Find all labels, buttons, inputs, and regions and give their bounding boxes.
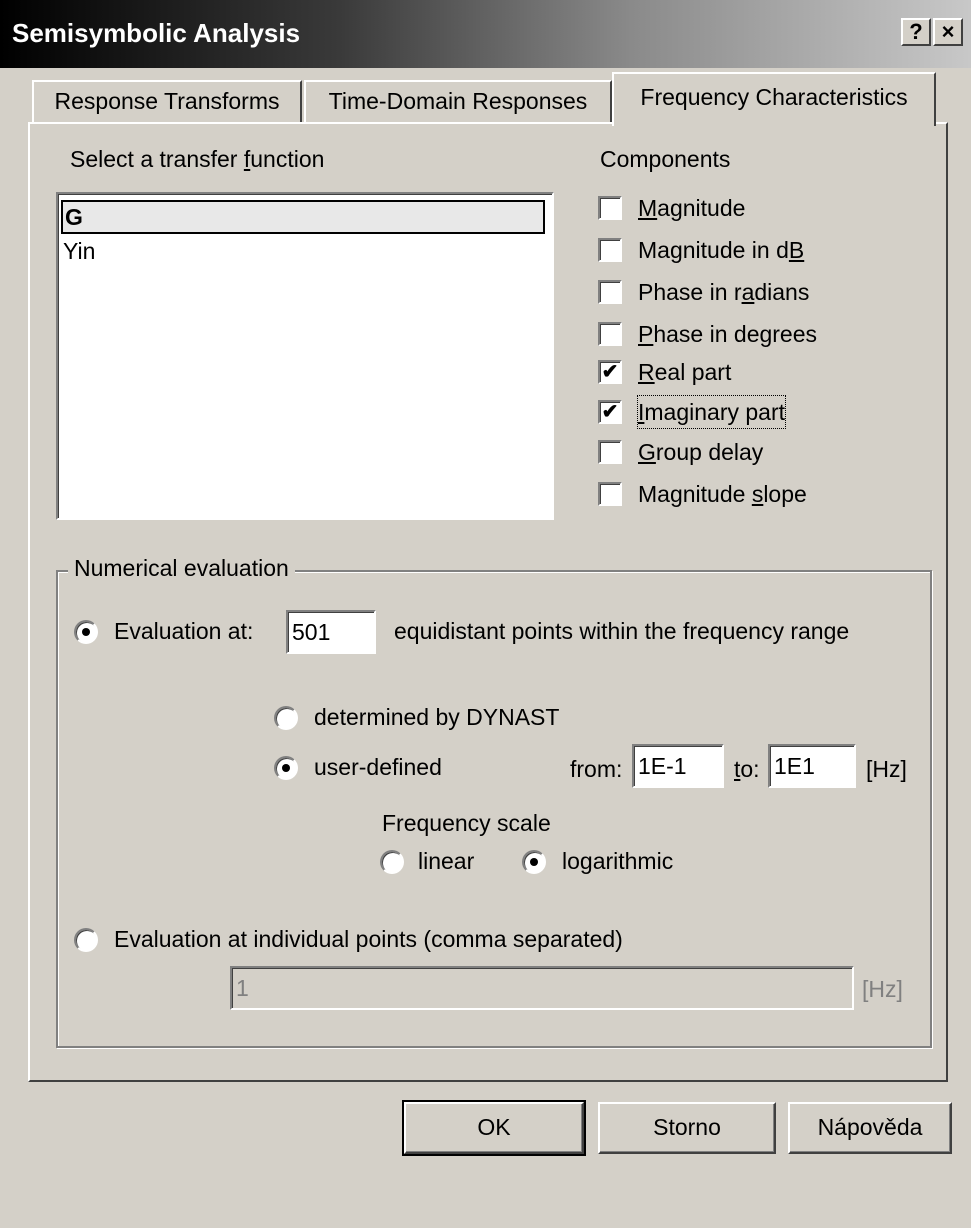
checkbox[interactable] [598, 482, 622, 506]
dialog-window: Semisymbolic Analysis ? × Response Trans… [0, 0, 971, 1228]
checkbox[interactable] [598, 280, 622, 304]
from-input[interactable]: 1E-1 [632, 744, 724, 788]
close-title-button[interactable]: × [933, 18, 963, 46]
points-suffix-label: equidistant points within the frequency … [394, 618, 850, 644]
help-title-button[interactable]: ? [901, 18, 931, 46]
individual-points-input[interactable]: 1 [230, 966, 854, 1010]
radio-user-defined[interactable] [274, 756, 298, 780]
list-item[interactable]: G [61, 200, 545, 234]
checkbox-label: Magnitude [638, 195, 746, 221]
hz-unit-label: [Hz] [866, 756, 907, 782]
checkbox-label: Magnitude slope [638, 481, 807, 507]
checkbox-label: Magnitude in dB [638, 237, 805, 263]
checkbox[interactable] [598, 440, 622, 464]
tab-response-transforms[interactable]: Response Transforms [32, 80, 302, 122]
help-button[interactable]: Nápověda [788, 1102, 952, 1154]
tab-frequency-characteristics[interactable]: Frequency Characteristics [612, 72, 936, 126]
user-defined-label: user-defined [314, 754, 442, 780]
checkbox-label: Imaginary part [636, 395, 787, 429]
linear-label: linear [418, 848, 475, 874]
determined-by-dynast-label: determined by DYNAST [314, 704, 560, 730]
radio-logarithmic[interactable] [522, 850, 546, 874]
radio-evaluation-at[interactable] [74, 620, 98, 644]
logarithmic-label: logarithmic [562, 848, 674, 874]
checkbox-label: Real part [638, 359, 732, 385]
transfer-function-listbox[interactable]: G Yin [56, 192, 554, 520]
cancel-button[interactable]: Storno [598, 1102, 776, 1154]
checkbox[interactable] [598, 238, 622, 262]
points-count-input[interactable]: 501 [286, 610, 376, 654]
tab-time-domain-responses[interactable]: Time-Domain Responses [304, 80, 612, 122]
checkmark-icon[interactable]: ✔ [598, 360, 622, 384]
radio-linear[interactable] [380, 850, 404, 874]
list-item[interactable]: Yin [61, 234, 545, 268]
checkbox-label: Group delay [638, 439, 764, 465]
title-bar[interactable]: Semisymbolic Analysis ? × [0, 0, 971, 68]
to-input[interactable]: 1E1 [768, 744, 856, 788]
numerical-evaluation-title: Numerical evaluation [68, 555, 295, 582]
radio-determined-by-dynast[interactable] [274, 706, 298, 730]
window-title: Semisymbolic Analysis [12, 18, 301, 48]
ok-button[interactable]: OK [402, 1100, 586, 1156]
checkmark-icon[interactable]: ✔ [598, 400, 622, 424]
checkbox-label: Phase in degrees [638, 321, 818, 347]
evaluation-at-label: Evaluation at: [114, 618, 254, 644]
checkbox[interactable] [598, 196, 622, 220]
to-label: to: [734, 756, 760, 782]
checkbox[interactable] [598, 322, 622, 346]
individual-hz-unit-label: [Hz] [862, 976, 903, 1002]
components-heading: Components [600, 146, 731, 172]
checkbox-label: Phase in radians [638, 279, 810, 305]
from-label: from: [570, 756, 623, 782]
individual-points-label: Evaluation at individual points (comma s… [114, 926, 623, 952]
frequency-scale-heading: Frequency scale [382, 810, 551, 836]
radio-individual-points[interactable] [74, 928, 98, 952]
transfer-function-heading: Select a transfer function [70, 146, 325, 172]
